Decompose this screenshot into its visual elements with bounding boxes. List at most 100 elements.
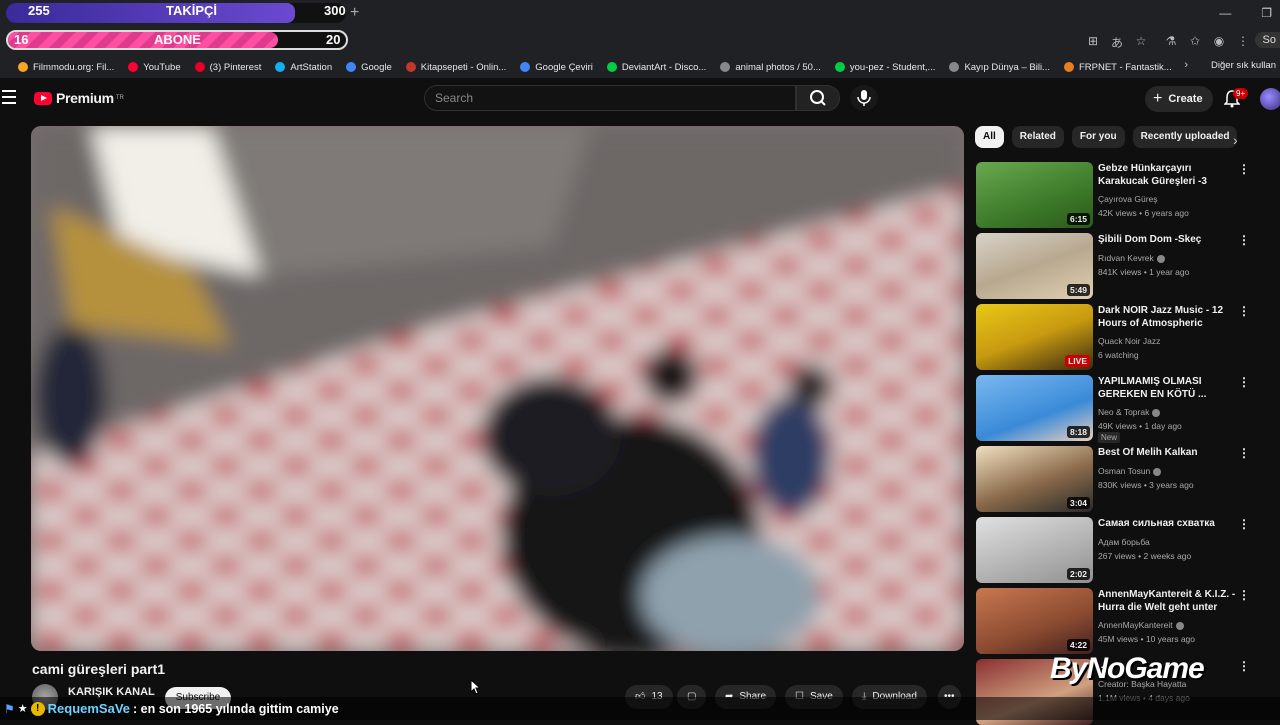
related-video-title[interactable]: Şibili Dom Dom -Skeç bbox=[1098, 233, 1240, 246]
profile-circle-icon[interactable]: ◉ bbox=[1212, 34, 1226, 51]
related-video-title[interactable]: YAPILMAMIŞ OLMASI GEREKEN EN KÖTÜ ... bbox=[1098, 375, 1240, 401]
related-channel-name[interactable]: Osman Tosun bbox=[1098, 466, 1162, 476]
chevron-right-icon[interactable]: › bbox=[1233, 132, 1238, 148]
hamburger-menu-icon[interactable] bbox=[2, 90, 16, 108]
logo-text: Premium bbox=[56, 90, 114, 106]
other-bookmarks[interactable]: Diğer sık kullan bbox=[1211, 60, 1276, 71]
bookmark-item[interactable]: Google Çeviri bbox=[520, 62, 593, 73]
related-video-title[interactable]: Самая сильная схватка bbox=[1098, 517, 1240, 530]
related-video-item[interactable]: 5:49 Şibili Dom Dom -Skeç Rıdvan Kevrek 841… bbox=[976, 233, 1276, 299]
search-button[interactable] bbox=[796, 85, 840, 111]
bookmarks-overflow-icon[interactable]: › bbox=[1184, 59, 1188, 71]
more-vertical-icon[interactable]: ⋮ bbox=[1238, 304, 1250, 318]
more-vertical-icon[interactable]: ⋮ bbox=[1238, 588, 1250, 602]
maximize-icon[interactable]: ❐ bbox=[1261, 6, 1272, 20]
youtube-play-icon bbox=[34, 91, 52, 105]
bookmark-label: animal photos / 50... bbox=[735, 61, 821, 73]
video-thumbnail[interactable]: LIVE bbox=[976, 304, 1093, 370]
bookmark-label: FRPNET - Fantastik... bbox=[1078, 61, 1172, 73]
bookmark-star-icon[interactable]: ☆ bbox=[1134, 34, 1148, 51]
voice-search-button[interactable] bbox=[850, 85, 878, 111]
bookmark-item[interactable]: Google bbox=[346, 62, 392, 73]
omnibox-icons: ⊞ あ ☆ ⚗ ✩ ◉ ⋮ bbox=[1086, 34, 1250, 51]
related-video-item[interactable]: 2:02 Самая сильная схватка Адам борьба 267 … bbox=[976, 517, 1276, 583]
bookmark-favicon-icon bbox=[1063, 62, 1074, 72]
bookmark-favicon-icon bbox=[405, 62, 416, 72]
related-channel-text: Çayırova Güreş bbox=[1098, 194, 1158, 204]
more-vertical-icon[interactable]: ⋮ bbox=[1238, 233, 1250, 247]
related-channel-name[interactable]: Çayırova Güreş bbox=[1098, 194, 1158, 204]
more-vertical-icon[interactable]: ⋮ bbox=[1238, 375, 1250, 389]
bookmark-favicon-icon bbox=[194, 62, 205, 72]
related-video-item[interactable]: 6:15 Gebze Hünkarçayırı Karakucak Güreşle… bbox=[976, 162, 1276, 228]
create-label: Create bbox=[1168, 93, 1203, 105]
bookmark-item[interactable]: YouTube bbox=[128, 62, 181, 73]
extension-icon[interactable]: ⚗ bbox=[1164, 34, 1178, 51]
new-tab-plus-icon[interactable]: + bbox=[350, 4, 359, 22]
more-vertical-icon[interactable]: ⋮ bbox=[1238, 517, 1250, 531]
bookmark-item[interactable]: DeviantArt - Disco... bbox=[606, 62, 706, 73]
video-duration: 5:49 bbox=[1066, 284, 1090, 296]
related-video-title[interactable]: Best Of Melih Kalkan bbox=[1098, 446, 1240, 459]
bookmark-item[interactable]: Kitapsepeti - Onlin... bbox=[405, 62, 506, 73]
video-thumbnail[interactable]: 3:04 bbox=[976, 446, 1093, 512]
extension-star-icon[interactable]: ✩ bbox=[1188, 34, 1202, 51]
menu-icon[interactable]: ⋮ bbox=[1236, 34, 1250, 51]
video-thumbnail[interactable]: 5:49 bbox=[976, 233, 1093, 299]
platform-icon: ⚑ bbox=[4, 701, 15, 716]
chat-username: RequemSaVe bbox=[47, 701, 131, 716]
filter-chip[interactable]: For you bbox=[1071, 126, 1125, 148]
notification-badge: 9+ bbox=[1233, 88, 1249, 99]
related-channel-name[interactable]: AnnenMayKantereit bbox=[1098, 620, 1184, 630]
related-video-title[interactable]: Gebze Hünkarçayırı Karakucak Güreşleri -… bbox=[1098, 162, 1240, 188]
search-input[interactable]: Search bbox=[424, 85, 796, 111]
filter-chip[interactable]: All bbox=[975, 126, 1004, 148]
bookmark-item[interactable]: ArtStation bbox=[275, 62, 332, 73]
bookmark-item[interactable]: Kayıp Dünya – Bili... bbox=[949, 62, 1050, 73]
bookmark-item[interactable]: (3) Pinterest bbox=[194, 62, 261, 73]
more-vertical-icon[interactable]: ⋮ bbox=[1238, 659, 1250, 673]
filter-chip[interactable]: Recently uploaded bbox=[1132, 126, 1238, 148]
bookmark-item[interactable]: animal photos / 50... bbox=[720, 62, 821, 73]
account-avatar[interactable] bbox=[1260, 88, 1280, 110]
youtube-header: Premium TR Search + Create 9+ bbox=[0, 78, 1280, 120]
bookmark-favicon-icon bbox=[949, 62, 960, 72]
bookmark-item[interactable]: FRPNET - Fantastik... bbox=[1063, 61, 1172, 73]
filter-chip[interactable]: Related bbox=[1011, 126, 1064, 148]
related-channel-text: Osman Tosun bbox=[1098, 466, 1151, 476]
video-thumbnail[interactable]: 8:18 bbox=[976, 375, 1093, 441]
youtube-logo[interactable]: Premium TR bbox=[34, 90, 124, 106]
bookmark-item[interactable]: Filmmodu.org: Fil... bbox=[18, 62, 114, 73]
follower-goal-bar: 255 TAKİPÇİ 300 bbox=[6, 3, 346, 23]
related-channel-name[interactable]: Rıdvan Kevrek bbox=[1098, 253, 1165, 263]
video-player[interactable] bbox=[31, 126, 964, 651]
new-badge: New bbox=[1098, 432, 1121, 443]
related-video-item[interactable]: 3:04 Best Of Melih Kalkan Osman Tosun 830K … bbox=[976, 446, 1276, 512]
apps-icon[interactable]: ⊞ bbox=[1086, 34, 1100, 51]
star-badge-icon: ★ bbox=[17, 703, 28, 715]
related-channel-name[interactable]: Адам борьба bbox=[1098, 537, 1150, 547]
video-thumbnail[interactable]: 2:02 bbox=[976, 517, 1093, 583]
related-channel-name[interactable]: Neo & Toprak bbox=[1098, 407, 1161, 417]
more-vertical-icon[interactable]: ⋮ bbox=[1238, 162, 1250, 176]
related-video-title[interactable]: Dark NOIR Jazz Music - 12 Hours of Atmos… bbox=[1098, 304, 1240, 330]
create-button[interactable]: + Create bbox=[1145, 86, 1213, 112]
bookmark-favicon-icon bbox=[834, 62, 845, 72]
related-channel-name[interactable]: Quack Noir Jazz bbox=[1098, 336, 1160, 346]
translate-icon[interactable]: あ bbox=[1110, 34, 1124, 51]
profile-pill[interactable]: So bbox=[1254, 32, 1280, 48]
streamer-watermark: ByNoGame bbox=[1050, 652, 1205, 685]
related-channel-text: Quack Noir Jazz bbox=[1098, 336, 1161, 346]
bookmark-item[interactable]: you-pez - Student,... bbox=[834, 62, 935, 73]
related-video-item[interactable]: 4:22 AnnenMayKantereit & K.I.Z. - Hurra d… bbox=[976, 588, 1276, 654]
bookmark-label: Kayıp Dünya – Bili... bbox=[964, 61, 1050, 73]
bookmark-favicon-icon bbox=[275, 62, 286, 72]
related-video-item[interactable]: 8:18 YAPILMAMIŞ OLMASI GEREKEN EN KÖTÜ ..… bbox=[976, 375, 1276, 443]
chat-message: : en son 1965 yılında gittim camiye bbox=[133, 701, 339, 716]
related-video-item[interactable]: LIVE Dark NOIR Jazz Music - 12 Hours of A… bbox=[976, 304, 1276, 370]
more-vertical-icon[interactable]: ⋮ bbox=[1238, 446, 1250, 460]
video-thumbnail[interactable]: 6:15 bbox=[976, 162, 1093, 228]
related-video-title[interactable]: AnnenMayKantereit & K.I.Z. - Hurra die W… bbox=[1098, 588, 1240, 614]
minimize-icon[interactable]: — bbox=[1219, 6, 1231, 20]
video-thumbnail[interactable]: 4:22 bbox=[976, 588, 1093, 654]
